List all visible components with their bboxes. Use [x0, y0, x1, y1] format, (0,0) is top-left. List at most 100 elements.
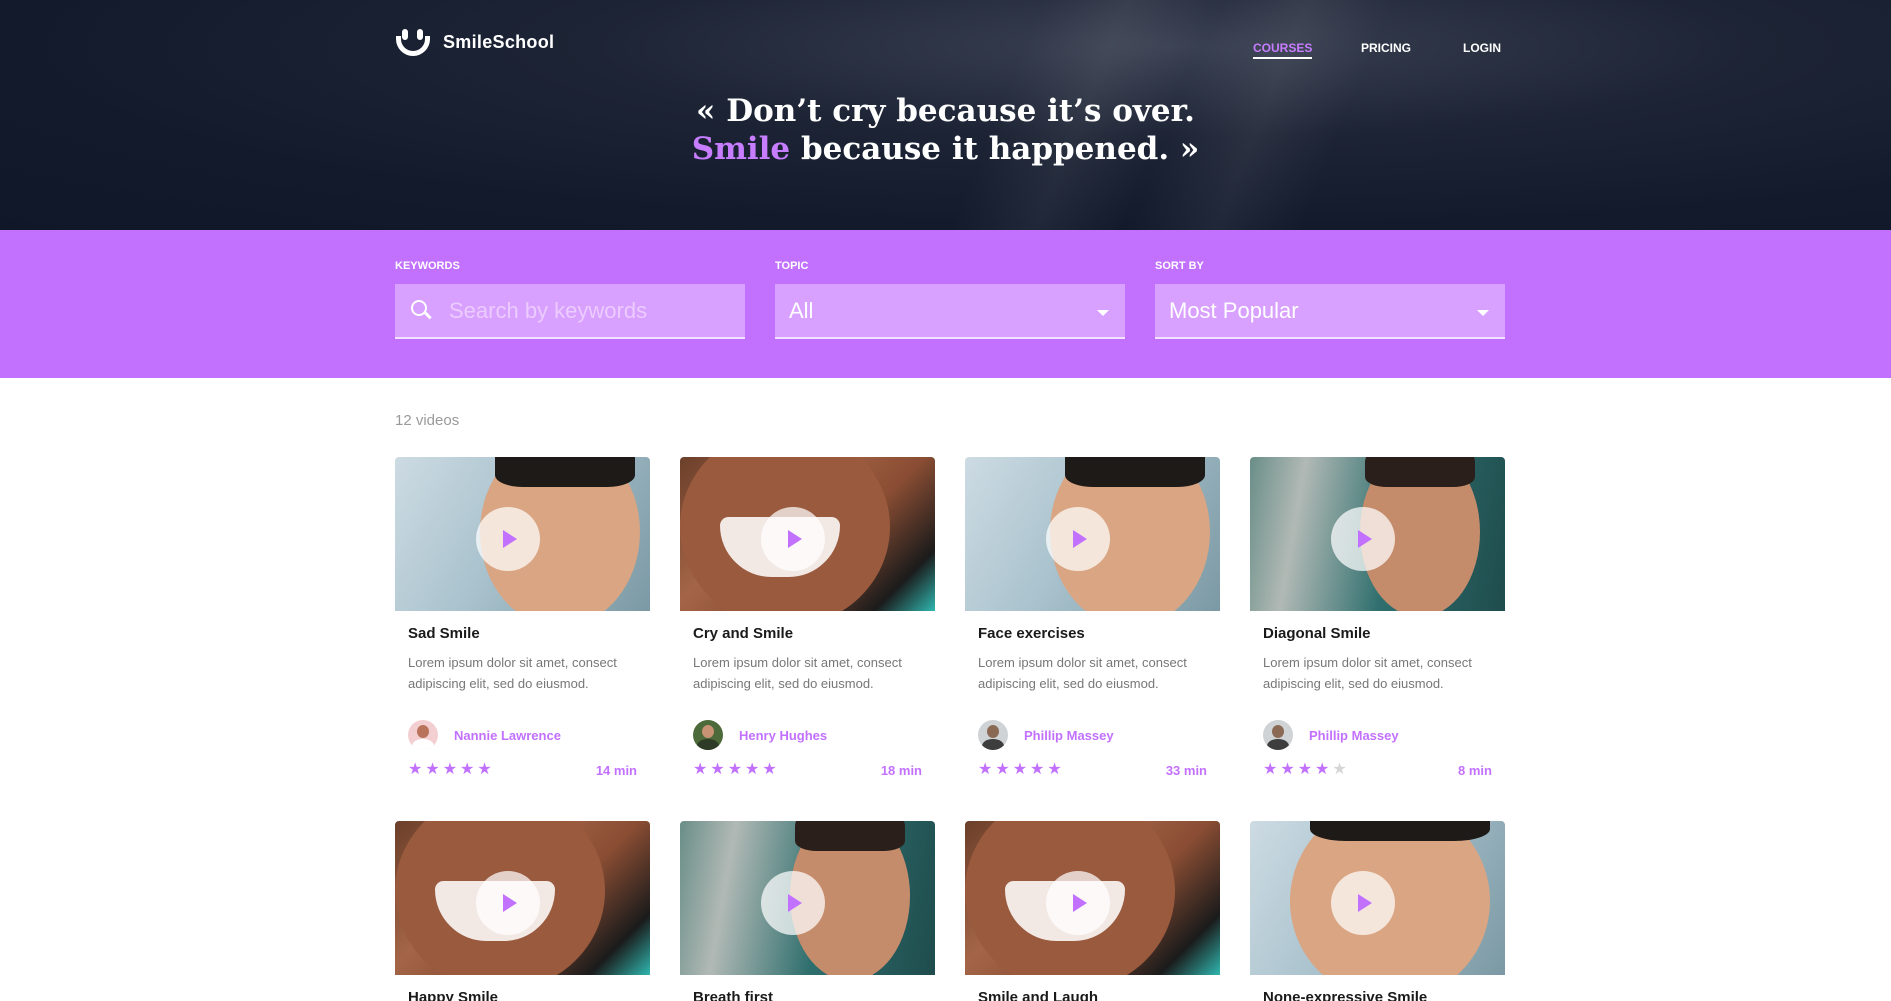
- play-button[interactable]: [1331, 507, 1395, 571]
- author-name[interactable]: Phillip Massey: [1309, 728, 1399, 743]
- video-duration: 8 min: [1458, 762, 1492, 778]
- play-icon: [1358, 894, 1372, 912]
- play-icon: [1073, 530, 1087, 548]
- video-title[interactable]: Smile and Laugh: [978, 989, 1207, 1001]
- quote-line-1: « Don’t cry because it’s over.: [696, 93, 1195, 129]
- nav-pricing[interactable]: PRICING: [1361, 41, 1411, 55]
- star-icon: ★: [995, 761, 1010, 778]
- sort-label: SORT BY: [1155, 260, 1204, 272]
- sort-value: Most Popular: [1169, 297, 1299, 323]
- caret-down-icon: [1097, 310, 1109, 316]
- play-button[interactable]: [476, 507, 540, 571]
- video-card[interactable]: None-expressive Smile: [1250, 821, 1505, 1001]
- topic-value: All: [789, 297, 814, 323]
- author-name[interactable]: Henry Hughes: [739, 728, 827, 743]
- video-duration: 14 min: [595, 762, 637, 778]
- play-icon: [788, 530, 802, 548]
- nav-login[interactable]: LOGIN: [1463, 41, 1501, 55]
- video-title[interactable]: Sad Smile: [408, 625, 637, 642]
- search-input[interactable]: [395, 284, 745, 337]
- play-button[interactable]: [1046, 871, 1110, 935]
- star-icon: ★: [1047, 761, 1062, 778]
- video-thumbnail[interactable]: [395, 457, 650, 611]
- play-icon: [503, 894, 517, 912]
- star-icon: ★: [1012, 761, 1028, 778]
- video-thumbnail[interactable]: [965, 457, 1220, 611]
- quote-accent-word: Smile: [691, 131, 791, 167]
- play-icon: [503, 530, 517, 548]
- quote-line-2-rest: because it happened. »: [790, 131, 1200, 167]
- video-thumbnail[interactable]: [680, 457, 935, 611]
- hero-quote: « Don’t cry because it’s over. Smile bec…: [0, 92, 1891, 168]
- keywords-filter: KEYWORDS: [395, 260, 745, 339]
- avatar: [978, 720, 1008, 750]
- keywords-label: KEYWORDS: [395, 260, 460, 272]
- video-thumbnail[interactable]: [1250, 821, 1505, 975]
- avatar: [693, 720, 723, 750]
- video-title[interactable]: Diagonal Smile: [1263, 625, 1492, 642]
- star-icon: ★: [477, 761, 492, 778]
- video-title[interactable]: Cry and Smile: [693, 625, 922, 642]
- star-icon: ★: [710, 761, 725, 778]
- star-icon: ★: [978, 761, 993, 778]
- video-description: Lorem ipsum dolor sit amet, consect adip…: [1263, 655, 1472, 691]
- topic-label: TOPIC: [775, 260, 809, 272]
- video-card[interactable]: Breath first: [680, 821, 935, 1001]
- video-description: Lorem ipsum dolor sit amet, consect adip…: [693, 655, 902, 691]
- video-card[interactable]: Smile and Laugh: [965, 821, 1220, 1001]
- brand-logo[interactable]: SmileSchool: [395, 26, 554, 58]
- star-icon: ★: [408, 761, 423, 778]
- play-button[interactable]: [1331, 871, 1395, 935]
- quote-line-2: Smile because it happened. »: [0, 130, 1891, 168]
- play-icon: [1073, 894, 1087, 912]
- video-title[interactable]: Breath first: [693, 989, 922, 1001]
- star-icon: ★: [1315, 761, 1330, 778]
- caret-down-icon: [1477, 310, 1489, 316]
- video-card[interactable]: Sad Smile Lorem ipsum dolor sit amet, co…: [395, 457, 650, 778]
- hero-header: SmileSchool COURSES PRICING LOGIN « Don’…: [0, 0, 1891, 230]
- avatar: [1263, 720, 1293, 750]
- smiley-logo-icon: [395, 26, 431, 58]
- video-card[interactable]: Face exercises Lorem ipsum dolor sit ame…: [965, 457, 1220, 778]
- video-title[interactable]: None-expressive Smile: [1263, 989, 1492, 1001]
- author-name[interactable]: Nannie Lawrence: [454, 728, 561, 743]
- video-card[interactable]: Cry and Smile Lorem ipsum dolor sit amet…: [680, 457, 935, 778]
- sort-select[interactable]: Most Popular: [1155, 284, 1505, 339]
- video-duration: 33 min: [1165, 762, 1207, 778]
- star-empty-icon: ★: [1332, 761, 1347, 778]
- video-thumbnail[interactable]: [965, 821, 1220, 975]
- video-thumbnail[interactable]: [1250, 457, 1505, 611]
- play-icon: [1358, 530, 1372, 548]
- video-title[interactable]: Happy Smile: [408, 989, 637, 1001]
- video-card[interactable]: Diagonal Smile Lorem ipsum dolor sit ame…: [1250, 457, 1505, 778]
- video-card[interactable]: Happy Smile: [395, 821, 650, 1001]
- sort-filter: SORT BY Most Popular: [1155, 260, 1505, 339]
- star-icon: ★: [1030, 761, 1045, 778]
- nav-courses[interactable]: COURSES: [1253, 41, 1313, 59]
- video-thumbnail[interactable]: [395, 821, 650, 975]
- keywords-box: [395, 284, 745, 339]
- video-description: Lorem ipsum dolor sit amet, consect adip…: [408, 655, 617, 691]
- search-icon: [411, 300, 432, 320]
- avatar: [408, 720, 438, 750]
- rating-stars: ★ ★ ★ ★ ★: [408, 762, 492, 778]
- play-button[interactable]: [1046, 507, 1110, 571]
- rating-stars: ★ ★ ★ ★ ★: [1263, 762, 1347, 778]
- video-thumbnail[interactable]: [680, 821, 935, 975]
- star-icon: ★: [1280, 761, 1295, 778]
- video-duration: 18 min: [880, 762, 922, 778]
- author-name[interactable]: Phillip Massey: [1024, 728, 1114, 743]
- topic-select[interactable]: All: [775, 284, 1125, 339]
- play-button[interactable]: [761, 871, 825, 935]
- play-button[interactable]: [476, 871, 540, 935]
- video-author: Phillip Massey: [978, 720, 1207, 750]
- rating-stars: ★ ★ ★ ★ ★: [693, 762, 777, 778]
- topic-filter: TOPIC All: [775, 260, 1125, 339]
- video-title[interactable]: Face exercises: [978, 625, 1207, 642]
- play-button[interactable]: [761, 507, 825, 571]
- video-count: 12 videos: [395, 412, 460, 429]
- star-icon: ★: [693, 761, 708, 778]
- star-icon: ★: [425, 761, 440, 778]
- star-icon: ★: [1297, 761, 1313, 778]
- video-author: Phillip Massey: [1263, 720, 1492, 750]
